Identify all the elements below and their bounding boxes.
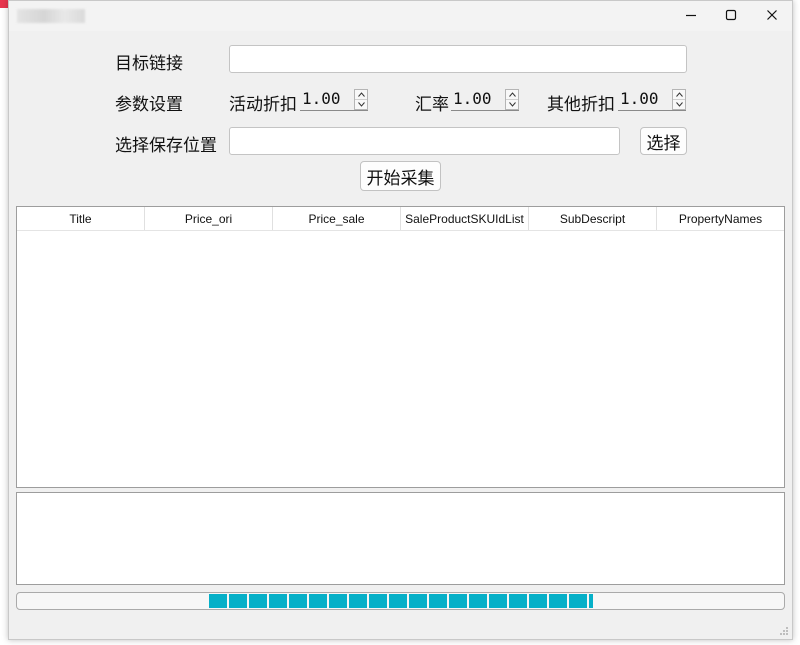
spin-up-button[interactable] xyxy=(355,90,367,100)
activity-discount-stepper[interactable] xyxy=(354,89,368,110)
column-header-property-names[interactable]: PropertyNames xyxy=(657,207,784,230)
exchange-rate-spinbox[interactable]: 1.00 xyxy=(451,89,519,111)
column-header-price-sale[interactable]: Price_sale xyxy=(273,207,401,230)
spin-down-button[interactable] xyxy=(673,100,685,109)
target-link-label: 目标链接 xyxy=(115,54,183,74)
save-location-label: 选择保存位置 xyxy=(115,136,217,156)
spin-up-button[interactable] xyxy=(506,90,518,100)
spin-down-button[interactable] xyxy=(355,100,367,109)
column-header-sub-descript[interactable]: SubDescript xyxy=(529,207,657,230)
target-link-input[interactable] xyxy=(229,45,687,73)
spin-up-button[interactable] xyxy=(673,90,685,100)
app-window: 目标链接 参数设置 活动折扣 1.00 汇率 1.00 其他折扣 1.00 选择… xyxy=(8,0,793,640)
spin-down-button[interactable] xyxy=(506,100,518,109)
other-discount-label: 其他折扣 xyxy=(547,95,615,115)
column-header-title[interactable]: Title xyxy=(17,207,145,230)
results-table[interactable]: Title Price_ori Price_sale SaleProductSK… xyxy=(16,206,785,488)
other-discount-spinbox[interactable]: 1.00 xyxy=(618,89,686,111)
activity-discount-spinbox[interactable]: 1.00 xyxy=(300,89,368,111)
app-icon xyxy=(17,9,85,23)
progress-bar xyxy=(16,592,785,610)
close-button[interactable] xyxy=(752,1,792,29)
column-header-sku-id-list[interactable]: SaleProductSKUIdList xyxy=(401,207,529,230)
params-label: 参数设置 xyxy=(115,95,183,115)
title-bar[interactable] xyxy=(9,1,792,31)
log-textarea[interactable] xyxy=(16,492,785,585)
choose-location-button[interactable]: 选择 xyxy=(640,127,687,155)
column-header-price-ori[interactable]: Price_ori xyxy=(145,207,273,230)
maximize-button[interactable] xyxy=(711,1,751,29)
start-collect-button[interactable]: 开始采集 xyxy=(360,161,441,191)
chevron-up-icon xyxy=(675,92,683,97)
other-discount-value[interactable]: 1.00 xyxy=(620,89,659,108)
exchange-rate-value[interactable]: 1.00 xyxy=(453,89,492,108)
chevron-down-icon xyxy=(357,102,365,107)
resize-grip-icon[interactable] xyxy=(779,626,789,636)
other-discount-stepper[interactable] xyxy=(672,89,686,110)
exchange-rate-label: 汇率 xyxy=(415,95,449,115)
exchange-rate-stepper[interactable] xyxy=(505,89,519,110)
save-location-input[interactable] xyxy=(229,127,620,155)
activity-discount-value[interactable]: 1.00 xyxy=(302,89,341,108)
maximize-icon xyxy=(725,9,737,21)
close-icon xyxy=(767,10,777,20)
chevron-down-icon xyxy=(675,102,683,107)
minimize-icon xyxy=(686,14,696,17)
chevron-down-icon xyxy=(508,102,516,107)
progress-fill xyxy=(209,594,593,608)
minimize-button[interactable] xyxy=(671,1,711,29)
activity-discount-label: 活动折扣 xyxy=(229,95,297,115)
table-header: Title Price_ori Price_sale SaleProductSK… xyxy=(17,207,784,231)
chevron-up-icon xyxy=(508,92,516,97)
chevron-up-icon xyxy=(357,92,365,97)
